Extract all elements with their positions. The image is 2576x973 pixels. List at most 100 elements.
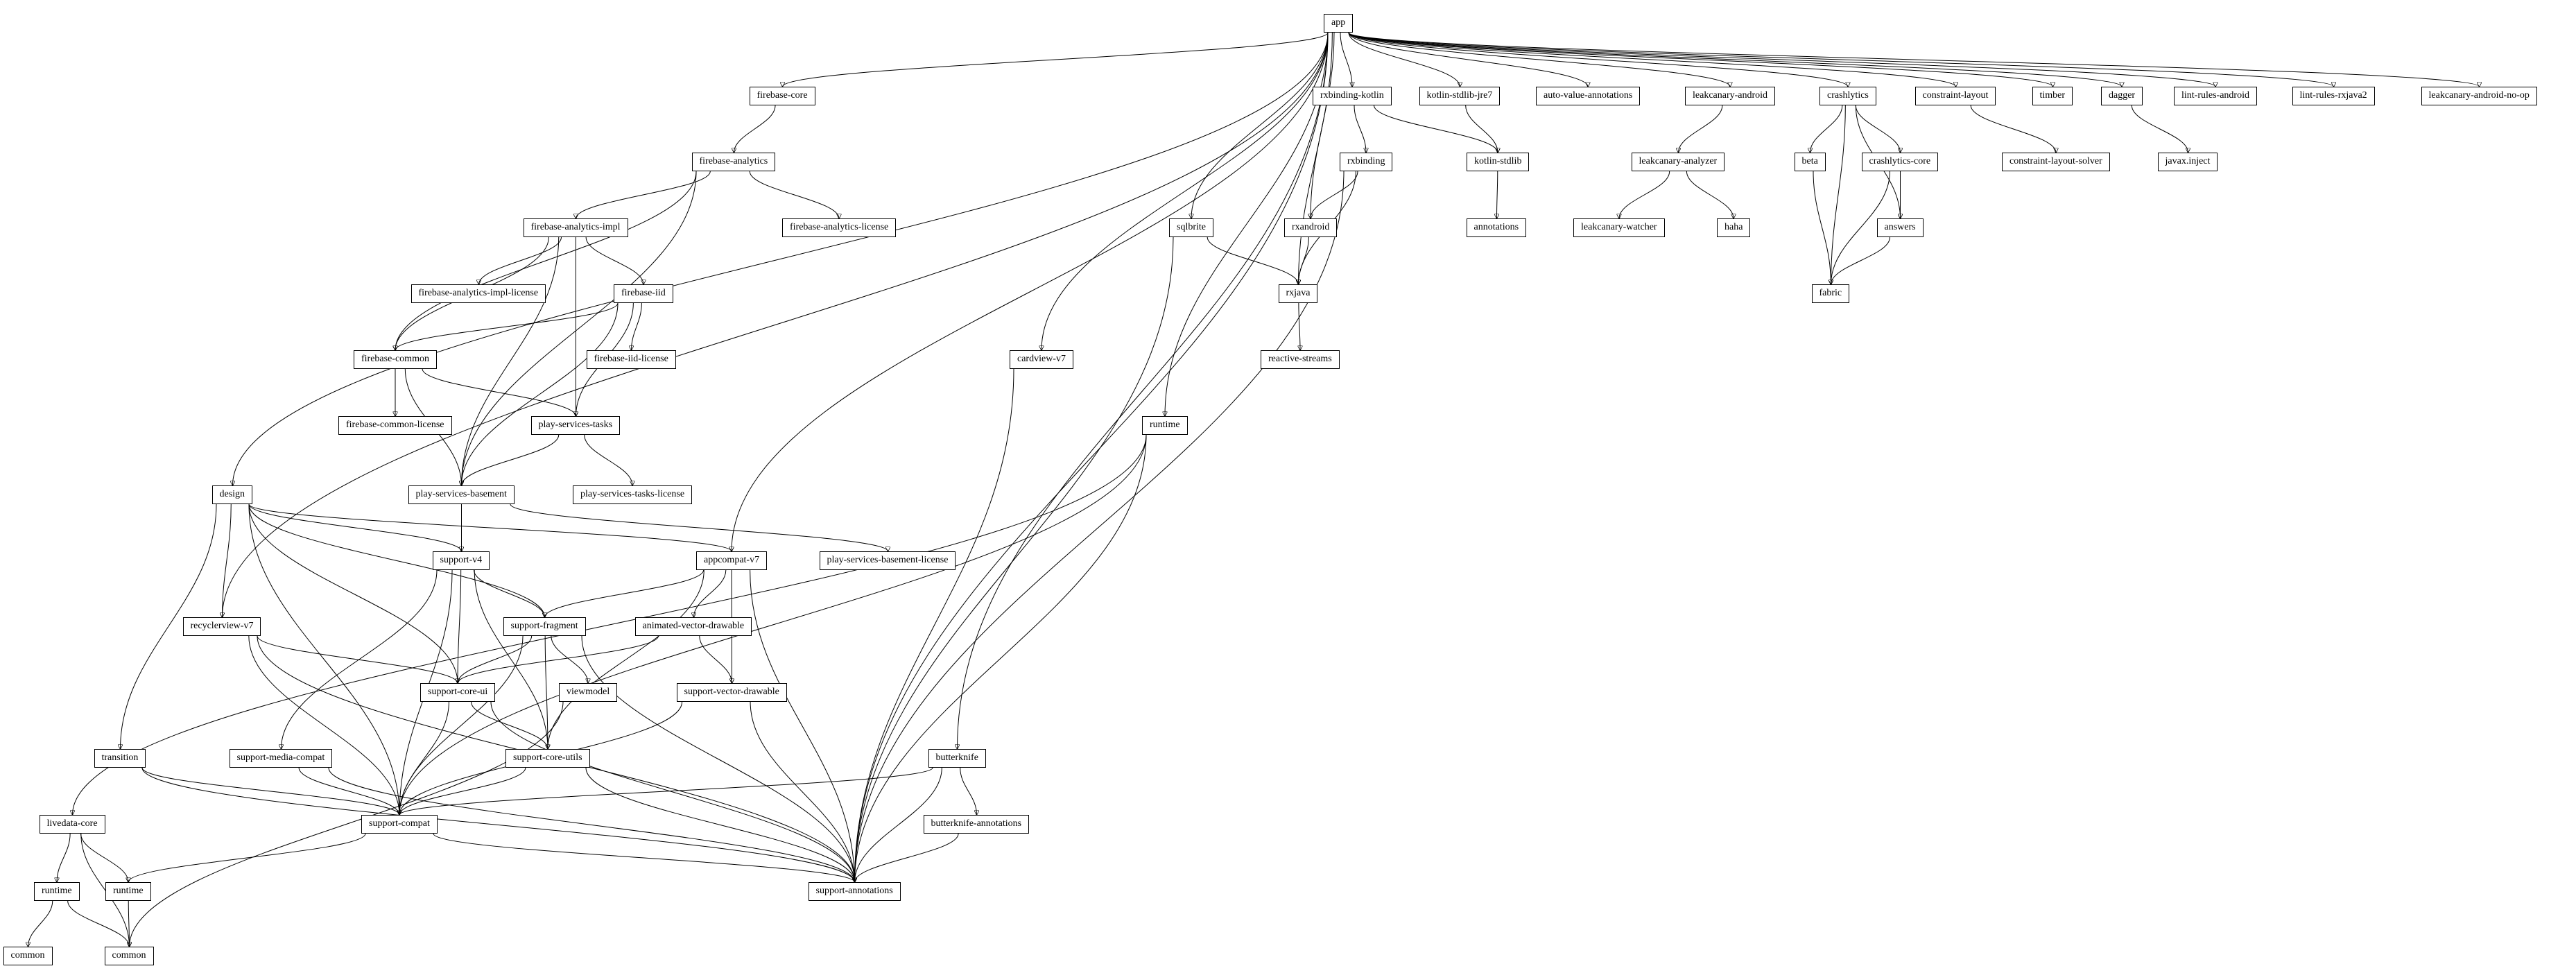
edge-firebase-iid-to-firebase-common: [395, 303, 618, 350]
node-firebase-analytics-impl-license: firebase-analytics-impl-license: [411, 284, 546, 303]
node-firebase-iid-license: firebase-iid-license: [587, 350, 676, 369]
edge-firebase-analytics-impl-to-firebase-analytics-impl-license: [479, 237, 562, 284]
edge-appcompat-v7-to-support-annotations: [750, 570, 855, 882]
node-kotlin-stdlib: kotlin-stdlib: [1467, 153, 1529, 171]
edge-viewmodel-to-common_b: [130, 702, 564, 947]
node-answers: answers: [1877, 218, 1924, 237]
node-support-annotations: support-annotations: [809, 882, 901, 901]
node-leakcanary-android-no-op: leakcanary-android-no-op: [2421, 87, 2537, 105]
edge-design-to-appcompat-v7: [249, 504, 732, 551]
node-viewmodel: viewmodel: [559, 683, 617, 702]
edge-butterknife-to-support-compat: [399, 768, 933, 815]
node-support-media-compat: support-media-compat: [230, 749, 333, 768]
edge-app-to-leakcanary-android: [1349, 33, 1730, 87]
edge-support-v4-to-support-core-utils: [474, 570, 548, 749]
edge-support-vector-drawable-to-support-annotations: [750, 702, 854, 882]
edge-transition-to-support-annotations: [142, 768, 855, 882]
edge-app-to-timber: [1349, 33, 2053, 87]
node-runtime_b: runtime: [105, 882, 151, 901]
edge-app-to-constraint-layout: [1349, 33, 1956, 87]
node-rxandroid: rxandroid: [1284, 218, 1337, 237]
node-firebase-core: firebase-core: [750, 87, 815, 105]
node-crashlytics: crashlytics: [1819, 87, 1876, 105]
edge-transition-to-support-compat: [142, 768, 399, 815]
node-transition: transition: [94, 749, 146, 768]
node-animated-vector-drawable: animated-vector-drawable: [635, 617, 752, 636]
edge-animated-vector-drawable-to-support-vector-drawable: [700, 636, 732, 683]
edge-rxjava-to-reactive-streams: [1299, 303, 1300, 350]
node-haha: haha: [1717, 218, 1750, 237]
node-runtime_a: runtime: [34, 882, 80, 901]
edge-app-to-butterknife: [958, 33, 1329, 749]
edge-recyclerview-v7-to-support-compat: [249, 636, 399, 815]
edge-leakcanary-analyzer-to-leakcanary-watcher: [1619, 171, 1670, 218]
edge-support-v4-to-support-fragment: [474, 570, 545, 617]
node-fabric: fabric: [1812, 284, 1850, 303]
node-javax.inject: javax.inject: [2158, 153, 2218, 171]
node-firebase-analytics: firebase-analytics: [692, 153, 776, 171]
edge-app-to-support-annotations: [855, 33, 1329, 882]
edge-design-to-recyclerview-v7: [223, 504, 232, 617]
node-app: app: [1324, 14, 1353, 33]
node-support-core-ui: support-core-ui: [420, 683, 495, 702]
node-sqlbrite: sqlbrite: [1169, 218, 1213, 237]
node-crashlytics-core: crashlytics-core: [1862, 153, 1939, 171]
edge-support-fragment-to-support-annotations: [582, 636, 855, 882]
edge-firebase-common-to-play-services-tasks: [422, 369, 576, 416]
node-support-core-utils: support-core-utils: [505, 749, 590, 768]
node-rxbinding: rxbinding: [1340, 153, 1392, 171]
edge-firebase-iid-to-play-services-basement: [462, 303, 619, 485]
node-leakcanary-analyzer: leakcanary-analyzer: [1632, 153, 1725, 171]
edge-design-to-support-v4: [249, 504, 462, 551]
edge-rxbinding-to-rxandroid: [1311, 171, 1358, 218]
edge-runtime_b-to-common_b: [128, 901, 129, 947]
edge-app-to-kotlin-stdlib-jre7: [1349, 33, 1460, 87]
node-support-vector-drawable: support-vector-drawable: [677, 683, 787, 702]
edge-support-core-utils-to-support-annotations: [586, 768, 855, 882]
edge-support-core-ui-to-support-core-utils: [472, 702, 548, 749]
dependency-graph: app firebase-core rxbinding-kotlin kotlin-s…: [0, 0, 2576, 973]
edge-runtime_a-to-common_a: [28, 901, 53, 947]
edge-butterknife-annotations-to-support-annotations: [855, 834, 959, 882]
edge-app-to-lint-rules-android: [1349, 33, 2215, 87]
edge-app-to-rxjava: [1299, 33, 1333, 284]
edge-answers-to-fabric: [1831, 237, 1890, 284]
node-support-v4: support-v4: [433, 551, 490, 570]
edge-design-to-support-compat: [249, 504, 399, 815]
edge-firebase-analytics-to-firebase-common: [395, 171, 696, 350]
node-appcompat-v7: appcompat-v7: [696, 551, 767, 570]
edge-support-v4-to-support-core-ui: [458, 570, 461, 683]
node-auto-value-annotations: auto-value-annotations: [1536, 87, 1640, 105]
edge-support-fragment-to-support-core-utils: [545, 636, 548, 749]
edge-app-to-auto-value-annotations: [1349, 33, 1588, 87]
node-support-compat: support-compat: [361, 815, 438, 834]
node-reactive-streams: reactive-streams: [1261, 350, 1340, 369]
edge-livedata-core-to-runtime_a: [57, 834, 70, 882]
node-beta: beta: [1795, 153, 1826, 171]
node-firebase-analytics-impl: firebase-analytics-impl: [524, 218, 628, 237]
node-livedata-core: livedata-core: [40, 815, 105, 834]
edge-support-v4-to-support-media-compat: [282, 570, 438, 749]
edge-support-core-ui-to-support-annotations: [491, 702, 855, 882]
node-common_b: common: [105, 947, 154, 965]
edge-app-to-recyclerview-v7: [223, 33, 1329, 617]
edge-kotlin-stdlib-jre7-to-kotlin-stdlib: [1466, 105, 1498, 153]
edge-app-to-rxbinding-kotlin: [1340, 33, 1352, 87]
edge-play-services-tasks-to-play-services-basement: [462, 435, 559, 485]
edge-firebase-iid-to-firebase-iid-license: [632, 303, 642, 350]
edge-crashlytics-to-beta: [1810, 105, 1842, 153]
node-lint-rules-android: lint-rules-android: [2174, 87, 2257, 105]
node-rxbinding-kotlin: rxbinding-kotlin: [1313, 87, 1392, 105]
node-rxjava: rxjava: [1279, 284, 1318, 303]
edge-app-to-leakcanary-android-no-op: [1349, 33, 2480, 87]
edge-appcompat-v7-to-support-core-utils: [548, 570, 704, 749]
edge-support-core-utils-to-support-compat: [399, 768, 526, 815]
edge-design-to-support-core-ui: [249, 504, 458, 683]
edge-runtime_a-to-common_b: [68, 901, 130, 947]
edge-kotlin-stdlib-to-annotations: [1497, 171, 1498, 218]
node-constraint-layout: constraint-layout: [1915, 87, 1996, 105]
edge-cardview-v7-to-support-annotations: [855, 369, 1014, 882]
edge-rxbinding-kotlin-to-kotlin-stdlib: [1374, 105, 1498, 153]
edge-butterknife-to-butterknife-annotations: [960, 768, 977, 815]
edge-support-compat-to-support-annotations: [433, 834, 855, 882]
